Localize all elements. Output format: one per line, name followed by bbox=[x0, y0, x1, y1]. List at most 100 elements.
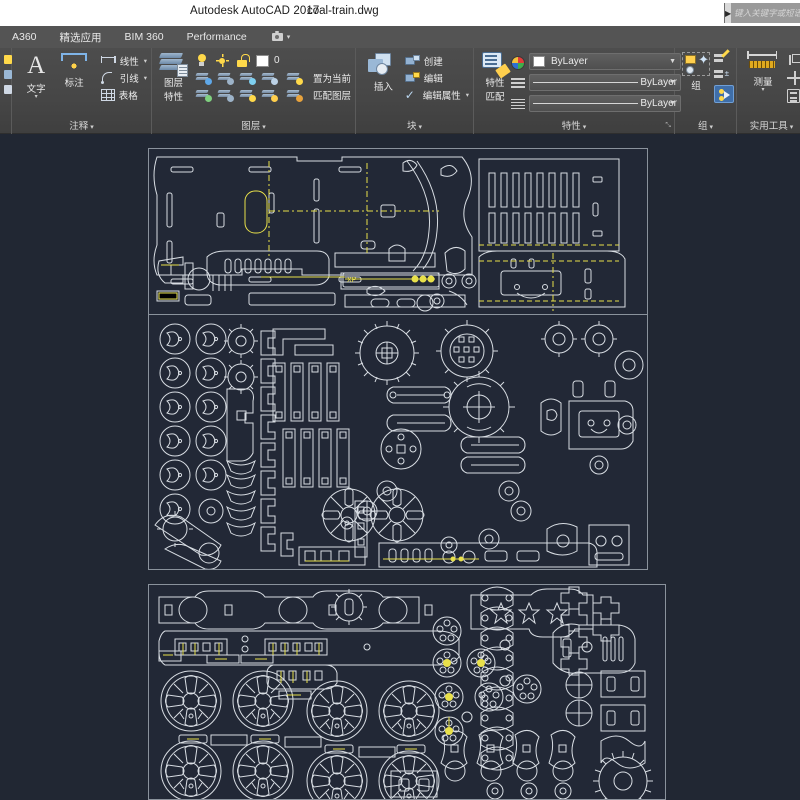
layer-isolate-icon[interactable] bbox=[196, 71, 211, 84]
text-button[interactable]: A 文字 ▾ bbox=[20, 51, 52, 100]
ribbon-panel-block: 插入 创建 编辑 ✓ 编辑属性 ▾ bbox=[356, 48, 474, 134]
tab-a360[interactable]: A360 bbox=[10, 30, 39, 44]
line-preview bbox=[533, 103, 638, 104]
layer-properties-icon bbox=[160, 52, 186, 74]
lineweight-icon[interactable] bbox=[511, 78, 525, 90]
edit-group-icon[interactable] bbox=[714, 53, 729, 66]
point-id-icon[interactable] bbox=[787, 71, 800, 85]
tab-featured-apps[interactable]: 精选应用 bbox=[58, 29, 104, 46]
create-block-button[interactable]: 创建 bbox=[405, 52, 469, 69]
edit-block-button[interactable]: 编辑 bbox=[405, 69, 469, 86]
match-properties-button[interactable]: 特性 匹配 bbox=[482, 51, 508, 103]
measure-icon bbox=[747, 52, 779, 72]
set-current-layer-icon[interactable] bbox=[287, 71, 302, 84]
camera-icon bbox=[272, 33, 283, 41]
drawing-canvas[interactable]: XP bbox=[0, 134, 800, 800]
object-color-select[interactable]: ByLayer ▼ bbox=[529, 53, 681, 70]
layer-properties-button[interactable]: 图层 特性 bbox=[159, 51, 188, 103]
tab-performance[interactable]: Performance bbox=[185, 30, 249, 44]
sheet-wheels-parts[interactable] bbox=[148, 584, 666, 800]
chevron-down-icon[interactable]: ▾ bbox=[790, 124, 794, 131]
chevron-down-icon[interactable]: ▾ bbox=[144, 74, 147, 82]
text-button-label: 文字 bbox=[27, 81, 46, 95]
layer-lock-icon[interactable] bbox=[262, 71, 277, 84]
search-input[interactable] bbox=[731, 3, 800, 23]
table-label: 表格 bbox=[119, 88, 138, 102]
layer-color-swatch[interactable] bbox=[256, 55, 269, 67]
panel-title-utilities[interactable]: 实用工具▾ bbox=[741, 120, 800, 134]
chevron-down-icon[interactable]: ▾ bbox=[710, 124, 714, 131]
sheet-wheels-geometry bbox=[149, 585, 665, 799]
layer-thaw-icon[interactable] bbox=[240, 88, 255, 101]
leader-button[interactable]: 引线 ▾ bbox=[101, 69, 147, 86]
layer-unisolate-icon[interactable] bbox=[196, 88, 211, 101]
edit-attribute-button[interactable]: ✓ 编辑属性 ▾ bbox=[405, 86, 469, 103]
chevron-down-icon[interactable]: ▾ bbox=[583, 124, 587, 131]
chevron-down-icon[interactable]: ▾ bbox=[761, 88, 764, 93]
layer-off-icon[interactable] bbox=[218, 71, 233, 84]
sheet-mark-xp-1: XP bbox=[347, 277, 357, 284]
screencast-button[interactable]: ▾ bbox=[272, 33, 291, 41]
add-to-group-icon[interactable]: ± bbox=[714, 69, 729, 82]
table-button[interactable]: 表格 bbox=[101, 86, 147, 103]
panel-title-text: 块 bbox=[407, 121, 417, 132]
linetype-select[interactable]: ByLayer ▼ bbox=[529, 95, 681, 112]
ribbon-tab-strip: A360 精选应用 BIM 360 Performance ▾ bbox=[0, 26, 800, 48]
modify-icon-clipped-2[interactable] bbox=[4, 70, 12, 79]
tab-bim360[interactable]: BIM 360 bbox=[123, 30, 166, 44]
chevron-down-icon[interactable]: ▾ bbox=[144, 57, 147, 65]
dimension-button[interactable]: 标注 bbox=[56, 51, 92, 89]
layer-tools-row-2: 匹配图层 bbox=[196, 86, 351, 103]
panel-title-annotation[interactable]: 注释▾ bbox=[16, 120, 147, 134]
insert-block-button[interactable]: 插入 bbox=[366, 51, 401, 93]
insert-block-icon bbox=[368, 53, 398, 77]
set-current-label: 置为当前 bbox=[313, 71, 351, 85]
color-swatch-icon bbox=[533, 56, 545, 67]
autocad-window: Autodesk AutoCAD 2017 coal-train.dwg ▶ A… bbox=[0, 0, 800, 800]
layer-properties-label-1: 图层 bbox=[164, 75, 183, 89]
panel-title-text: 注释 bbox=[69, 121, 88, 132]
layer-match-icon[interactable] bbox=[287, 88, 302, 101]
sheet-gears-parts[interactable] bbox=[148, 314, 648, 570]
linear-label: 线性 bbox=[120, 54, 139, 68]
leader-icon bbox=[101, 71, 116, 84]
chevron-down-icon[interactable]: ▾ bbox=[466, 91, 469, 99]
freeze-thaw-icon[interactable] bbox=[216, 54, 229, 67]
chevron-down-icon[interactable]: ▾ bbox=[90, 124, 94, 131]
group-label: 组 bbox=[691, 78, 701, 92]
quick-select-icon[interactable] bbox=[787, 53, 800, 67]
group-button[interactable]: ✦ 组 bbox=[682, 51, 710, 92]
panel-title-layers[interactable]: 图层▾ bbox=[156, 120, 351, 134]
current-layer-status[interactable]: 0 bbox=[192, 52, 351, 69]
panel-title-text: 图层 bbox=[241, 121, 260, 132]
chevron-down-icon[interactable]: ▾ bbox=[419, 124, 423, 131]
panel-title-block[interactable]: 块▾ bbox=[360, 120, 469, 134]
color-wheel-icon[interactable] bbox=[511, 56, 525, 70]
edit-attribute-icon: ✓ bbox=[405, 89, 419, 101]
chevron-down-icon[interactable]: ▾ bbox=[35, 95, 38, 100]
panel-title-properties[interactable]: 特性▾ ⤡ bbox=[478, 120, 670, 134]
app-title: Autodesk AutoCAD 2017 bbox=[190, 5, 319, 17]
panel-dialog-launcher[interactable]: ⤡ bbox=[665, 119, 671, 133]
lightbulb-icon[interactable] bbox=[196, 54, 208, 67]
calculator-icon[interactable] bbox=[787, 89, 800, 103]
unlock-icon[interactable] bbox=[237, 54, 248, 67]
measure-label: 测量 bbox=[753, 74, 772, 88]
measure-button[interactable]: 测量 ▾ bbox=[744, 51, 782, 93]
help-search-box[interactable]: ▶ bbox=[724, 3, 800, 23]
panel-title-group[interactable]: 组▾ bbox=[679, 120, 732, 134]
lineweight-select[interactable]: ByLayer ▼ bbox=[529, 74, 681, 91]
modify-icon-clipped-1[interactable] bbox=[4, 55, 12, 64]
modify-icon-clipped-3[interactable] bbox=[4, 85, 12, 94]
chevron-down-icon[interactable]: ▾ bbox=[262, 124, 266, 131]
star-marks bbox=[491, 603, 567, 623]
linetype-icon[interactable] bbox=[511, 99, 525, 111]
layer-turn-on-icon[interactable] bbox=[218, 88, 233, 101]
linear-dimension-button[interactable]: 线性 ▾ bbox=[101, 52, 147, 69]
chevron-down-icon[interactable]: ▾ bbox=[287, 33, 291, 41]
layer-unlock-icon[interactable] bbox=[262, 88, 277, 101]
sheet-body-panels[interactable]: XP bbox=[148, 148, 648, 316]
layer-freeze-icon[interactable] bbox=[240, 71, 255, 84]
group-selection-icon[interactable] bbox=[714, 85, 734, 103]
match-properties-icon bbox=[482, 52, 508, 74]
